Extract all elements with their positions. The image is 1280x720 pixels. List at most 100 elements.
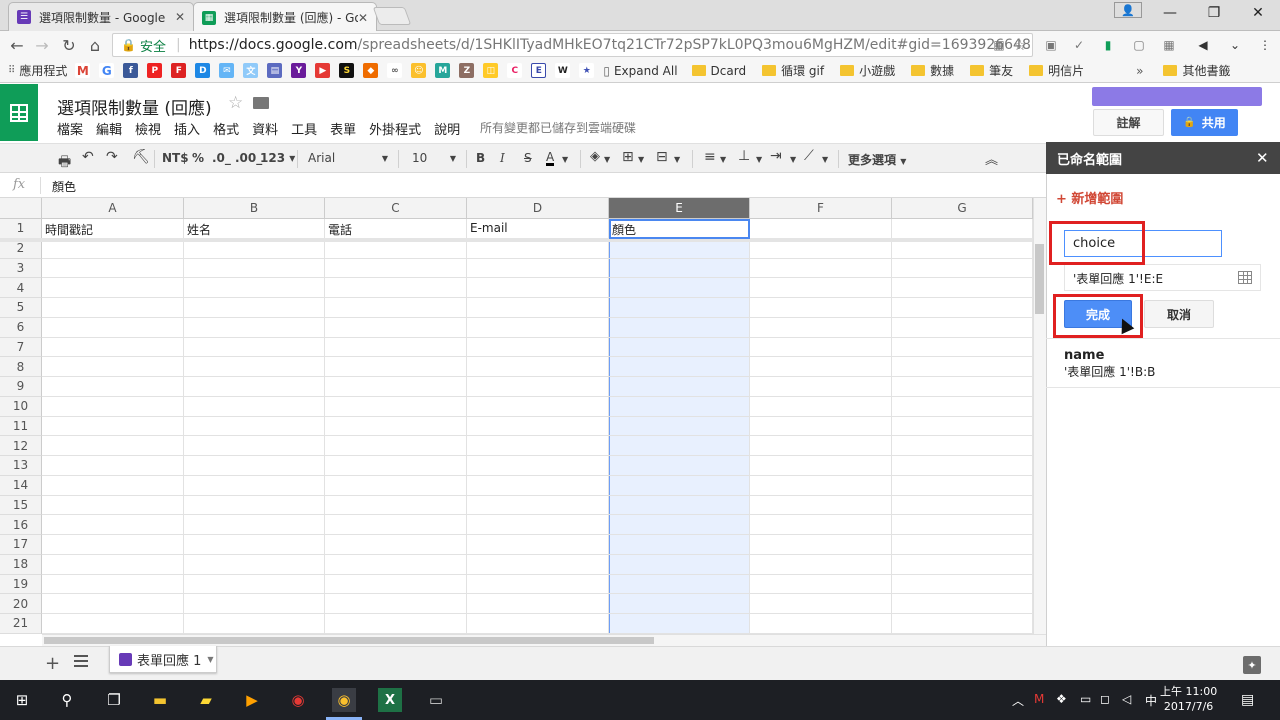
column-header[interactable]: D xyxy=(467,198,609,219)
text-wrap-icon[interactable]: ⇥ xyxy=(770,148,782,164)
grid-cell[interactable] xyxy=(750,594,892,614)
row-header[interactable]: 13 xyxy=(0,456,42,476)
row-header[interactable]: 5 xyxy=(0,298,42,318)
redo-icon[interactable]: ↷ xyxy=(106,149,118,165)
dropbox-icon[interactable]: ❖ xyxy=(1056,692,1067,706)
grid-cell[interactable] xyxy=(750,436,892,456)
bold-button[interactable]: B xyxy=(476,151,485,165)
maximize-button[interactable]: ❐ xyxy=(1191,0,1237,26)
print-icon[interactable]: 🖶 xyxy=(58,151,71,175)
row-header[interactable]: 15 xyxy=(0,495,42,516)
gmail-icon[interactable]: M xyxy=(75,63,91,78)
bookmark-icon[interactable]: ◫ xyxy=(483,63,499,78)
menu-tools[interactable]: 工具 xyxy=(291,119,317,138)
grid-cell[interactable] xyxy=(184,357,325,377)
row-header[interactable]: 11 xyxy=(0,416,42,437)
range-ref-input[interactable]: '表單回應 1'!E:E xyxy=(1064,264,1261,291)
doc-title[interactable]: 選項限制數量 (回應) xyxy=(57,94,212,119)
grid-cell[interactable] xyxy=(42,475,184,496)
grid-cell[interactable] xyxy=(609,515,750,535)
grid-cell[interactable] xyxy=(467,317,609,338)
new-tab-button[interactable] xyxy=(372,7,412,25)
bookmark-icon[interactable]: ◆ xyxy=(363,63,379,78)
grid-cell[interactable] xyxy=(750,475,892,496)
sheet-tab[interactable]: 表單回應 1 ▼ xyxy=(109,646,217,673)
grid-cell[interactable] xyxy=(750,535,892,555)
grid-cell[interactable] xyxy=(609,535,750,555)
extension-icon[interactable]: ▢ xyxy=(1130,36,1148,54)
decrease-decimal-button[interactable]: .0_ xyxy=(212,151,231,165)
grid-cell[interactable] xyxy=(467,495,609,516)
mail-icon[interactable]: ✉ xyxy=(219,63,235,78)
bookmark-d-icon[interactable]: D xyxy=(195,63,211,78)
facebook-icon[interactable]: f xyxy=(123,63,139,78)
grid-cell[interactable] xyxy=(325,317,467,338)
grid-cell[interactable] xyxy=(325,554,467,575)
grid-cell[interactable] xyxy=(892,594,1033,614)
extension-icon[interactable]: ▮ xyxy=(1099,36,1117,54)
undo-icon[interactable]: ↶ xyxy=(82,149,94,165)
grid-cell[interactable] xyxy=(609,495,750,516)
grid-cell[interactable] xyxy=(750,574,892,595)
grid-cell[interactable] xyxy=(892,258,1033,279)
grid-cell[interactable] xyxy=(42,278,184,298)
grid-cell[interactable] xyxy=(325,396,467,417)
grid-cell[interactable] xyxy=(467,456,609,476)
grid-cell[interactable] xyxy=(42,396,184,417)
grid-cell[interactable] xyxy=(609,377,750,397)
explore-icon[interactable]: ✦ xyxy=(1243,656,1261,674)
windows-start-icon[interactable]: ⊞ xyxy=(10,688,34,712)
named-range-ref[interactable]: '表單回應 1'!B:B xyxy=(1064,363,1155,380)
row-header[interactable]: 6 xyxy=(0,317,42,338)
column-header[interactable]: F xyxy=(750,198,892,219)
chevron-down-icon[interactable]: ⌄ xyxy=(1226,36,1244,54)
column-header[interactable]: G xyxy=(892,198,1033,219)
grid-cell[interactable] xyxy=(609,554,750,575)
reload-icon[interactable]: ↻ xyxy=(58,35,80,55)
chevron-down-icon[interactable]: ▼ xyxy=(562,155,568,164)
row-header[interactable]: 9 xyxy=(0,377,42,397)
row-header[interactable]: 17 xyxy=(0,535,42,555)
grid-cell[interactable] xyxy=(467,436,609,456)
grid-cell[interactable] xyxy=(184,614,325,634)
grid-cell[interactable] xyxy=(184,258,325,279)
grid-cell[interactable] xyxy=(42,416,184,437)
wikipedia-icon[interactable]: W xyxy=(555,63,571,78)
close-window-button[interactable]: ✕ xyxy=(1235,0,1280,26)
grid-cell[interactable] xyxy=(892,317,1033,338)
grid-cell[interactable] xyxy=(609,337,750,358)
network-icon[interactable]: ▭ xyxy=(1080,692,1091,706)
file-explorer-icon[interactable]: ▬ xyxy=(148,688,172,712)
merge-icon[interactable]: ⊟ xyxy=(656,149,668,165)
grid-cell[interactable] xyxy=(609,278,750,298)
grid-cell[interactable] xyxy=(184,377,325,397)
grid-cell[interactable] xyxy=(42,317,184,338)
grid-cell[interactable] xyxy=(892,298,1033,318)
grid-cell[interactable] xyxy=(184,574,325,595)
chevron-down-icon[interactable]: ▼ xyxy=(720,155,726,164)
menu-view[interactable]: 檢視 xyxy=(135,119,161,138)
extension-icon[interactable]: ▦ xyxy=(1160,36,1178,54)
close-tab-icon[interactable]: ✕ xyxy=(358,11,368,25)
chevron-down-icon[interactable]: ▼ xyxy=(604,155,610,164)
menu-edit[interactable]: 編輯 xyxy=(96,119,122,138)
row-header[interactable]: 21 xyxy=(0,614,42,634)
google-icon[interactable]: G xyxy=(99,63,115,78)
grid-cell[interactable] xyxy=(184,554,325,575)
grid-cell[interactable] xyxy=(184,495,325,516)
tray-chevron-icon[interactable]: ︿ xyxy=(1012,692,1024,709)
italic-button[interactable]: I xyxy=(500,151,505,165)
row-header[interactable]: 20 xyxy=(0,594,42,614)
grid-cell[interactable] xyxy=(467,614,609,634)
menu-form[interactable]: 表單 xyxy=(330,119,356,138)
bookmark-e-icon[interactable]: E xyxy=(531,63,547,78)
grid-cell[interactable] xyxy=(467,357,609,377)
grid-cell[interactable] xyxy=(750,317,892,338)
qr-icon[interactable]: ▦ xyxy=(990,36,1008,54)
grid-cell[interactable] xyxy=(467,396,609,417)
grid-cell[interactable]: 時間戳記 xyxy=(42,219,184,239)
column-header[interactable]: E xyxy=(609,198,750,219)
grid-cell[interactable] xyxy=(42,574,184,595)
bookmark-apps[interactable]: ⠿ 應用程式 xyxy=(8,62,67,79)
grid-cell[interactable] xyxy=(184,594,325,614)
